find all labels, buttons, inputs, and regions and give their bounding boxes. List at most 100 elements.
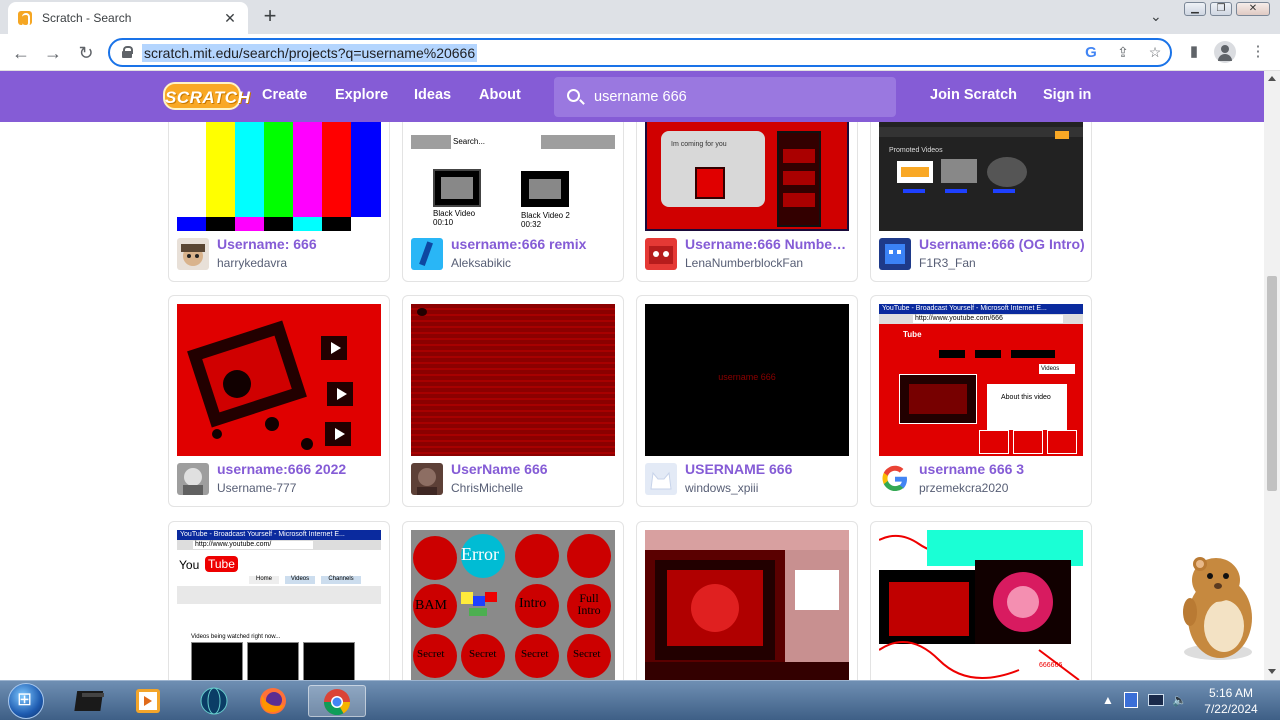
project-title[interactable]: USERNAME 666 xyxy=(685,461,851,477)
project-author[interactable]: harrykedavra xyxy=(217,256,287,270)
tray-app-icon[interactable] xyxy=(1124,692,1138,708)
chrome-icon[interactable] xyxy=(308,685,366,717)
project-thumbnail[interactable]: Promoted Videos xyxy=(879,122,1083,231)
author-avatar[interactable] xyxy=(177,238,209,270)
project-author[interactable]: F1R3_Fan xyxy=(919,256,976,270)
project-card[interactable]: Error BAM Intro Full Intro Secret Secret… xyxy=(402,521,624,680)
sign-in-link[interactable]: Sign in xyxy=(1043,87,1091,103)
author-avatar[interactable] xyxy=(645,463,677,495)
lock-icon[interactable] xyxy=(122,46,133,58)
search-value[interactable]: username 666 xyxy=(594,89,687,105)
project-card[interactable]: UserName 666 ChrisMichelle xyxy=(402,295,624,507)
browser-toolbar: ← → ↻ scratch.mit.edu/search/projects?q=… xyxy=(0,34,1280,71)
project-card[interactable]: Promoted Videos Username:666 (OG Intro) … xyxy=(870,122,1092,282)
tab-search-chevron-icon[interactable]: ⌄ xyxy=(1150,8,1162,25)
taskbar-clock[interactable]: 5:16 AM 7/22/2024 xyxy=(1196,685,1266,717)
author-avatar[interactable] xyxy=(645,238,677,270)
project-title[interactable]: Username:666 (OG Intro) xyxy=(919,236,1085,252)
project-author[interactable]: ChrisMichelle xyxy=(451,481,523,495)
project-card[interactable]: Username: 666 harrykedavra xyxy=(168,122,390,282)
project-thumbnail[interactable]: Im coming for you xyxy=(645,122,849,231)
project-card[interactable]: YouTube - Broadcast Yourself - Microsoft… xyxy=(870,295,1092,507)
project-thumbnail[interactable]: 666666 xyxy=(879,530,1083,680)
project-thumbnail[interactable]: Error BAM Intro Full Intro Secret Secret… xyxy=(411,530,615,680)
project-thumbnail[interactable]: YouTube - Broadcast Yourself - Microsoft… xyxy=(879,304,1083,456)
nav-create[interactable]: Create xyxy=(262,87,307,103)
project-thumbnail[interactable] xyxy=(177,122,381,231)
browser-tab[interactable]: Scratch - Search ✕ xyxy=(8,2,248,34)
scroll-thumb[interactable] xyxy=(1267,276,1277,491)
nav-explore[interactable]: Explore xyxy=(335,87,388,103)
project-thumbnail[interactable] xyxy=(411,304,615,456)
start-button[interactable] xyxy=(8,683,44,719)
project-title[interactable]: username:666 remix xyxy=(451,236,617,252)
new-tab-button[interactable]: + xyxy=(258,4,282,28)
search-icon xyxy=(567,89,580,102)
project-thumbnail[interactable]: Search... Black Video 00:10 Black Video … xyxy=(411,122,615,231)
project-card[interactable]: 666666 xyxy=(870,521,1092,680)
forward-arrow-icon[interactable]: → xyxy=(40,40,66,66)
firefox-icon[interactable] xyxy=(248,685,298,717)
maximize-button[interactable]: ❐ xyxy=(1210,2,1232,16)
profile-avatar-icon[interactable] xyxy=(1214,41,1236,63)
windows-taskbar: ▲ 🔈 5:16 AM 7/22/2024 xyxy=(0,680,1280,720)
project-thumbnail[interactable] xyxy=(645,530,849,680)
project-thumbnail[interactable]: YouTube - Broadcast Yourself - Microsoft… xyxy=(177,530,381,680)
scroll-up-arrow-icon[interactable] xyxy=(1268,76,1276,81)
hamster-mascot xyxy=(1176,552,1260,664)
side-panel-icon[interactable]: ▮ xyxy=(1184,42,1204,62)
author-avatar[interactable] xyxy=(411,463,443,495)
menu-kebab-icon[interactable]: ⋮ xyxy=(1248,42,1268,62)
globe-app-icon[interactable] xyxy=(190,685,240,717)
project-title[interactable]: username:666 2022 xyxy=(217,461,383,477)
clock-date: 7/22/2024 xyxy=(1204,702,1258,716)
tab-title: Scratch - Search xyxy=(42,11,132,25)
author-avatar[interactable] xyxy=(177,463,209,495)
project-card[interactable]: Search... Black Video 00:10 Black Video … xyxy=(402,122,624,282)
nav-ideas[interactable]: Ideas xyxy=(414,87,451,103)
search-input[interactable]: username 666 xyxy=(554,77,896,117)
project-author[interactable]: Aleksabikic xyxy=(451,256,511,270)
project-author[interactable]: Username-777 xyxy=(217,481,296,495)
author-avatar[interactable] xyxy=(879,463,911,495)
google-lens-icon[interactable]: G xyxy=(1082,44,1100,62)
reload-icon[interactable]: ↻ xyxy=(73,40,99,66)
close-window-button[interactable]: ✕ xyxy=(1236,2,1270,16)
project-author[interactable]: windows_xpiii xyxy=(685,481,758,495)
author-avatar[interactable] xyxy=(879,238,911,270)
project-title[interactable]: username 666 3 xyxy=(919,461,1085,477)
author-avatar[interactable] xyxy=(411,238,443,270)
join-scratch-link[interactable]: Join Scratch xyxy=(930,87,1017,103)
tray-expand-icon[interactable]: ▲ xyxy=(1102,693,1114,707)
project-author[interactable]: przemekcra2020 xyxy=(919,481,1008,495)
project-card[interactable] xyxy=(636,521,858,680)
project-card[interactable]: Im coming for you Username:666 Numberblo… xyxy=(636,122,858,282)
project-thumbnail[interactable] xyxy=(177,304,381,456)
scratch-navbar: SCRATCH Create Explore Ideas About usern… xyxy=(0,71,1264,122)
project-author[interactable]: LenaNumberblockFan xyxy=(685,256,803,270)
nav-about[interactable]: About xyxy=(479,87,521,103)
volume-icon[interactable]: 🔈 xyxy=(1172,693,1187,707)
project-card[interactable]: YouTube - Broadcast Yourself - Microsoft… xyxy=(168,521,390,680)
media-player-icon[interactable] xyxy=(124,685,174,717)
project-title[interactable]: Username: 666 xyxy=(217,236,383,252)
project-card[interactable]: username 666 USERNAME 666 windows_xpiii xyxy=(636,295,858,507)
url-text[interactable]: scratch.mit.edu/search/projects?q=userna… xyxy=(142,44,478,62)
scratch-logo[interactable]: SCRATCH xyxy=(163,82,250,110)
project-title[interactable]: Username:666 Numberblocks xyxy=(685,236,851,252)
minimize-button[interactable]: ▁ xyxy=(1184,2,1206,16)
page-scrollbar[interactable] xyxy=(1264,71,1280,680)
project-thumbnail[interactable]: username 666 xyxy=(645,304,849,456)
scroll-down-arrow-icon[interactable] xyxy=(1268,669,1276,674)
address-bar[interactable]: scratch.mit.edu/search/projects?q=userna… xyxy=(108,38,1172,67)
taskbar-app-icon[interactable] xyxy=(66,685,116,717)
share-icon[interactable]: ⇪ xyxy=(1114,44,1132,62)
project-card[interactable]: username:666 2022 Username-777 xyxy=(168,295,390,507)
search-results: Username: 666 harrykedavra Search... Bla… xyxy=(0,122,1264,680)
bookmark-star-icon[interactable]: ☆ xyxy=(1146,44,1164,62)
tab-close-icon[interactable]: ✕ xyxy=(222,10,238,27)
scratch-favicon-icon xyxy=(18,11,32,27)
back-arrow-icon[interactable]: ← xyxy=(8,40,34,66)
network-icon[interactable] xyxy=(1148,694,1164,706)
project-title[interactable]: UserName 666 xyxy=(451,461,617,477)
